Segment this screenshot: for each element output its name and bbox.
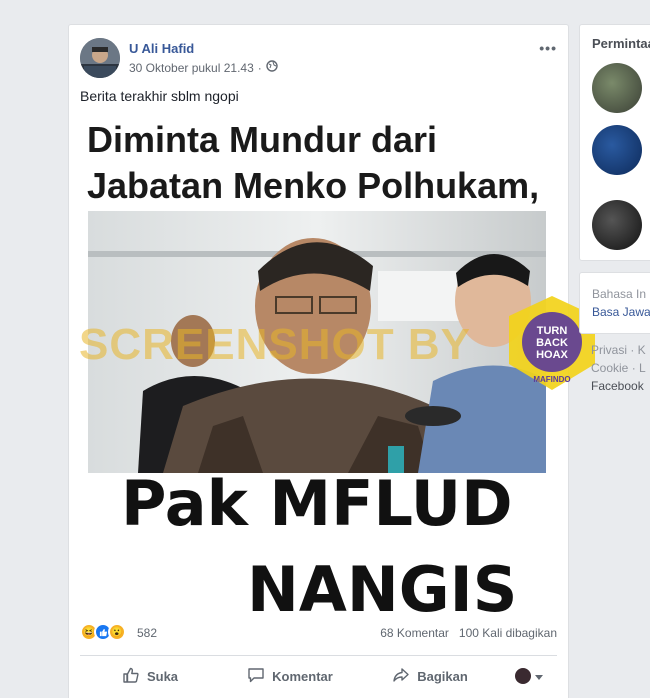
reactions-bar: 😆 😮 582 68 Komentar 100 Kali dibagikan (80, 623, 557, 645)
wow-reaction-icon: 😮 (108, 623, 126, 641)
image-caption-line2: NANGIS (247, 553, 518, 626)
like-button[interactable]: Suka (80, 666, 220, 687)
reaction-count[interactable]: 582 (137, 626, 157, 640)
profile-mini-avatar (514, 668, 531, 684)
footer-copyright: Facebook (591, 379, 644, 393)
reaction-picker-button[interactable] (500, 668, 557, 684)
image-headline-line1: Diminta Mundur dari (87, 119, 437, 160)
author-avatar[interactable] (80, 38, 120, 78)
post-timestamp[interactable]: 30 Oktober pukul 21.43 (129, 61, 254, 75)
globe-icon[interactable] (266, 60, 278, 75)
friend-requests-title[interactable]: Permintaan (580, 25, 650, 51)
friend-requests-panel: Permintaan (579, 24, 650, 261)
post-header: U Ali Hafid 30 Oktober pukul 21.43 · ••• (80, 38, 557, 80)
post-options-icon[interactable]: ••• (539, 40, 557, 56)
post-image[interactable]: Diminta Mundur dari Jabatan Menko Polhuk… (69, 115, 568, 636)
share-arrow-icon (392, 666, 410, 687)
comment-count[interactable]: 68 Komentar (380, 626, 449, 640)
image-headline-line2: Jabatan Menko Polhukam, (87, 165, 540, 206)
meta-separator: · (257, 60, 262, 75)
share-count[interactable]: 100 Kali dibagikan (459, 626, 557, 640)
language-option[interactable]: Basa Jawa (592, 305, 650, 319)
image-caption-line1: Pak MFLUD (121, 467, 513, 540)
badge-text-top: TURN (537, 325, 568, 337)
feed-post: U Ali Hafid 30 Oktober pukul 21.43 · •••… (68, 24, 569, 698)
language-current: Bahasa In (592, 287, 647, 301)
comment-button[interactable]: Komentar (220, 666, 360, 687)
post-meta: 30 Oktober pukul 21.43 · (129, 60, 278, 75)
reaction-icons[interactable]: 😆 😮 (80, 623, 126, 641)
badge-org: MAFINDO (533, 375, 570, 384)
thumbs-up-icon (122, 666, 140, 687)
badge-text-mid: BACK (536, 337, 568, 349)
comment-label: Komentar (272, 668, 333, 684)
engagement-counts: 68 Komentar 100 Kali dibagikan (380, 626, 557, 640)
request-avatar[interactable] (592, 63, 642, 113)
actions-divider (80, 655, 557, 656)
post-text: Berita terakhir sblm ngopi (80, 88, 239, 104)
post-actions: Suka Komentar Bagikan (80, 661, 557, 691)
footer-links-1[interactable]: Privasi · K (591, 343, 646, 357)
comment-bubble-icon (247, 666, 265, 687)
author-name[interactable]: U Ali Hafid (129, 41, 194, 56)
badge-text-bottom: HOAX (536, 349, 568, 361)
request-avatar[interactable] (592, 125, 642, 175)
request-avatar[interactable] (592, 200, 642, 250)
sidebar-footer: Privasi · K Cookie · L Facebook (591, 343, 646, 393)
language-panel: Bahasa In Basa Jawa (579, 272, 650, 334)
share-button[interactable]: Bagikan (360, 666, 500, 687)
share-label: Bagikan (417, 668, 468, 684)
screenshot-watermark: SCREENSHOT BY (79, 320, 471, 369)
footer-links-2[interactable]: Cookie · L (591, 361, 646, 375)
like-label: Suka (146, 668, 179, 684)
chevron-down-icon (534, 669, 543, 684)
